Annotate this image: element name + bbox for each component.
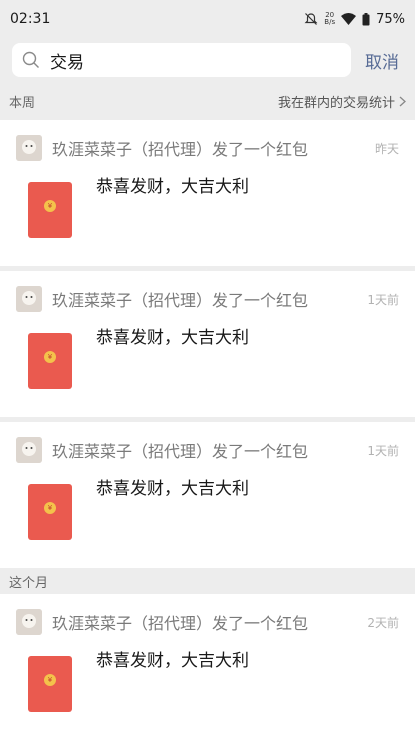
- status-bar: 02:31 20 B/s 75%: [0, 0, 415, 38]
- mute-icon: [304, 13, 318, 25]
- avatar[interactable]: [16, 609, 42, 635]
- red-packet-message: 恭喜发财，大吉大利: [96, 177, 249, 197]
- net-speed: 20 B/s: [324, 11, 336, 26]
- item-header: 玖涯菜菜子（招代理）发了一个红包 昨天: [16, 134, 399, 162]
- item-time: 1天前: [367, 443, 399, 458]
- section-title-month: 这个月: [9, 575, 49, 591]
- item-time: 1天前: [367, 292, 399, 307]
- item-body: ¥ 恭喜发财，大吉大利: [16, 162, 399, 266]
- trade-stats-label: 我在群内的交易统计: [277, 95, 395, 111]
- red-packet-icon[interactable]: ¥: [28, 182, 72, 238]
- red-packet-message: 恭喜发财，大吉大利: [96, 328, 249, 348]
- search-icon: [22, 51, 39, 68]
- item-body: ¥ 恭喜发财，大吉大利: [16, 636, 399, 740]
- list-item[interactable]: 玖涯菜菜子（招代理）发了一个红包 昨天 ¥ 恭喜发财，大吉大利: [0, 120, 415, 266]
- item-body: ¥ 恭喜发财，大吉大利: [16, 313, 399, 417]
- status-time: 02:31: [10, 11, 51, 27]
- list-item[interactable]: 玖涯菜菜子（招代理）发了一个红包 2天前 ¥ 恭喜发财，大吉大利: [0, 594, 415, 740]
- section-title-week: 本周: [9, 95, 36, 111]
- red-packet-message: 恭喜发财，大吉大利: [96, 651, 249, 671]
- cancel-button[interactable]: 取消: [361, 48, 403, 73]
- section-header-week: 本周 我在群内的交易统计: [0, 82, 415, 120]
- search-row: 取消: [0, 38, 415, 82]
- red-packet-icon[interactable]: ¥: [28, 656, 72, 712]
- sender-text: 玖涯菜菜子（招代理）发了一个红包: [52, 291, 309, 310]
- status-icons: 20 B/s 75%: [304, 12, 405, 27]
- section-header-month: 这个月: [0, 568, 415, 594]
- wifi-icon: [341, 13, 357, 25]
- battery-level: 75%: [376, 11, 405, 27]
- avatar[interactable]: [16, 135, 42, 161]
- battery-icon: [362, 12, 370, 25]
- list-item[interactable]: 玖涯菜菜子（招代理）发了一个红包 1天前 ¥ 恭喜发财，大吉大利: [0, 422, 415, 568]
- avatar[interactable]: [16, 437, 42, 463]
- list-item[interactable]: 玖涯菜菜子（招代理）发了一个红包 1天前 ¥ 恭喜发财，大吉大利: [0, 271, 415, 417]
- chevron-right-icon: [399, 96, 406, 106]
- red-packet-icon[interactable]: ¥: [28, 333, 72, 389]
- red-packet-message: 恭喜发财，大吉大利: [96, 479, 249, 499]
- sender-text: 玖涯菜菜子（招代理）发了一个红包: [52, 442, 309, 461]
- red-packet-icon[interactable]: ¥: [28, 484, 72, 540]
- sender-text: 玖涯菜菜子（招代理）发了一个红包: [52, 140, 309, 159]
- item-header: 玖涯菜菜子（招代理）发了一个红包 1天前: [16, 285, 399, 313]
- item-body: ¥ 恭喜发财，大吉大利: [16, 464, 399, 568]
- item-time: 2天前: [367, 615, 399, 630]
- avatar[interactable]: [16, 286, 42, 312]
- item-time: 昨天: [374, 141, 399, 156]
- trade-stats-link[interactable]: 我在群内的交易统计: [278, 92, 406, 111]
- item-header: 玖涯菜菜子（招代理）发了一个红包 1天前: [16, 436, 399, 464]
- sender-text: 玖涯菜菜子（招代理）发了一个红包: [52, 614, 309, 633]
- item-header: 玖涯菜菜子（招代理）发了一个红包 2天前: [16, 608, 399, 636]
- search-input[interactable]: [48, 49, 341, 71]
- search-box[interactable]: [12, 43, 351, 77]
